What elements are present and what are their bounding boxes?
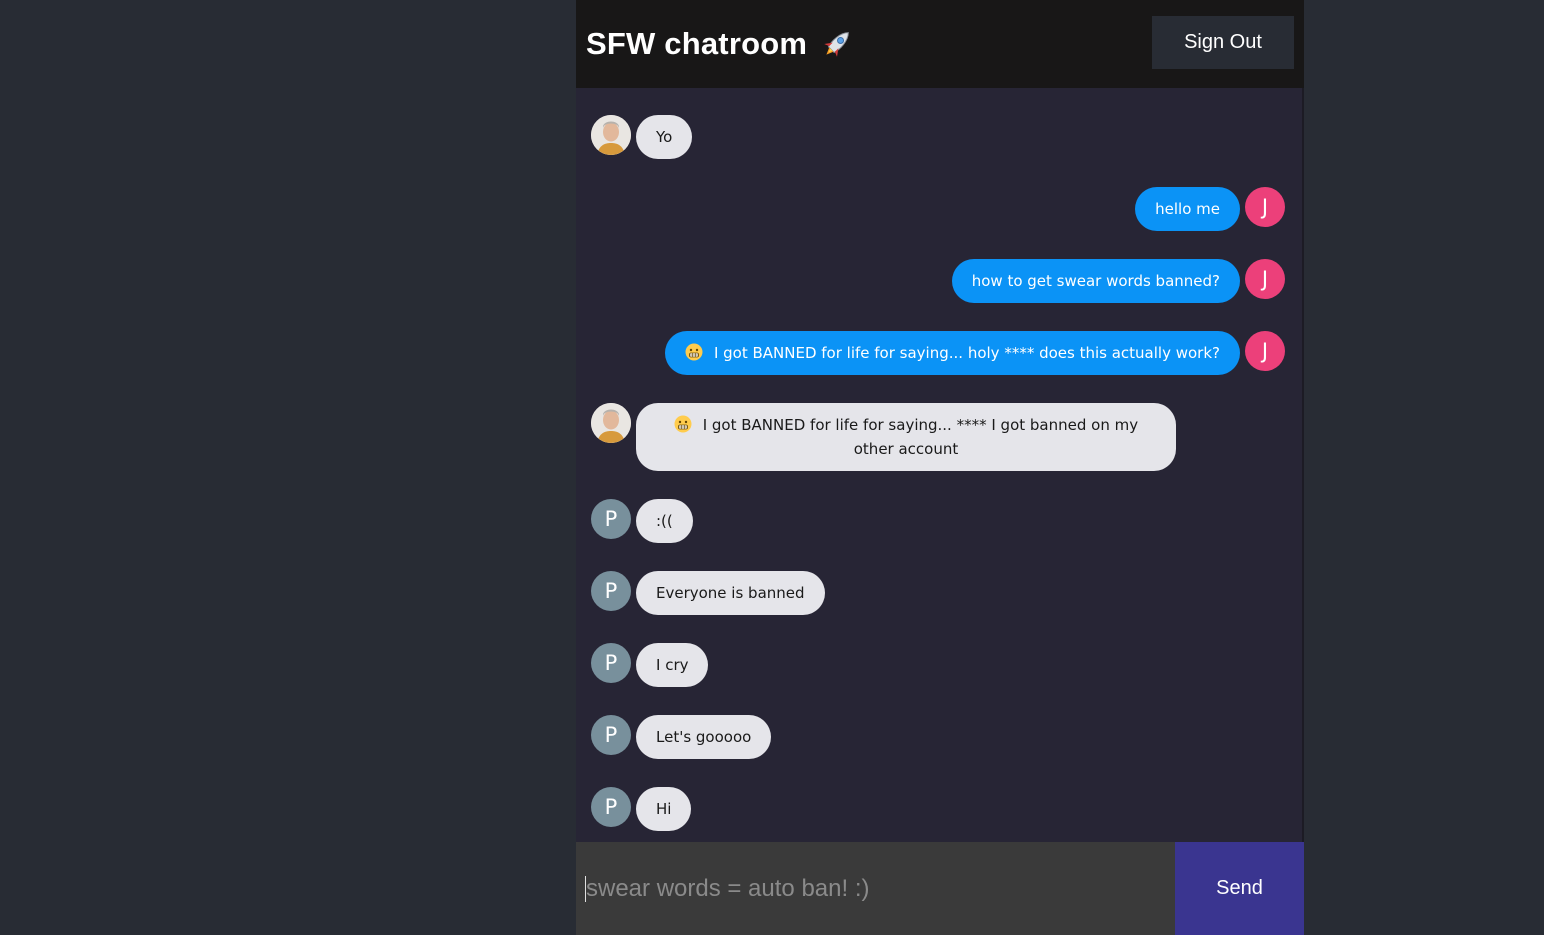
message-text: Everyone is banned — [656, 584, 805, 602]
message-sent: J I got BANNED for life for saying... ho… — [665, 331, 1285, 375]
message-bubble: how to get swear words banned? — [951, 259, 1240, 303]
message-bubble: I cry — [636, 643, 709, 687]
message-text: hello me — [1155, 200, 1220, 218]
grimacing-face-icon — [685, 343, 703, 361]
message-sent: J how to get swear words banned? — [951, 259, 1285, 303]
app-header: SFW chatroom Sign Out — [576, 0, 1304, 88]
avatar: P — [591, 643, 631, 683]
chat-app: SFW chatroom Sign Out Yo J hello me J ho… — [576, 0, 1304, 935]
message-text: Let's gooooo — [656, 728, 752, 746]
message-bubble: Everyone is banned — [636, 571, 825, 615]
message-received: I got BANNED for life for saying... ****… — [591, 403, 1176, 471]
message-bubble: Let's gooooo — [636, 715, 772, 759]
message-text: Yo — [656, 128, 673, 146]
message-bubble: I got BANNED for life for saying... holy… — [665, 331, 1240, 375]
message-received: Yo — [591, 115, 693, 159]
message-received: P Hi — [591, 787, 692, 831]
message-received: P I cry — [591, 643, 709, 687]
user-photo-icon — [591, 115, 631, 155]
rocket-icon — [819, 26, 855, 62]
message-received: P :(( — [591, 499, 693, 543]
avatar: P — [591, 715, 631, 755]
sign-out-button[interactable]: Sign Out — [1152, 16, 1294, 69]
message-bubble: Hi — [636, 787, 692, 831]
avatar: P — [591, 499, 631, 539]
send-button[interactable]: Send — [1175, 842, 1304, 935]
message-text: I got BANNED for life for saying... holy… — [713, 344, 1220, 362]
avatar: J — [1245, 259, 1285, 299]
message-bubble: :(( — [636, 499, 693, 543]
message-input[interactable] — [576, 842, 1175, 935]
message-text: I got BANNED for life for saying... ****… — [702, 416, 1139, 458]
message-bubble: I got BANNED for life for saying... ****… — [636, 403, 1176, 471]
avatar: J — [1245, 187, 1285, 227]
message-received: P Everyone is banned — [591, 571, 825, 615]
message-bubble: Yo — [636, 115, 693, 159]
avatar: P — [591, 571, 631, 611]
message-text: I cry — [656, 656, 689, 674]
avatar: J — [1245, 331, 1285, 371]
grimacing-face-icon — [674, 415, 692, 433]
message-text: :(( — [656, 512, 673, 530]
message-form: Send — [576, 842, 1304, 935]
avatar: P — [591, 787, 631, 827]
text-cursor — [585, 876, 586, 902]
page-title-text: SFW chatroom — [586, 26, 808, 61]
user-photo-icon — [591, 403, 631, 443]
message-received: P Let's gooooo — [591, 715, 772, 759]
message-bubble: hello me — [1135, 187, 1240, 231]
message-list[interactable]: Yo J hello me J how to get swear words b… — [576, 88, 1304, 842]
message-sent: J hello me — [1135, 187, 1285, 231]
page-title: SFW chatroom — [586, 24, 855, 64]
message-text: how to get swear words banned? — [971, 272, 1220, 290]
message-text: Hi — [656, 800, 672, 818]
avatar — [591, 403, 631, 443]
avatar — [591, 115, 631, 155]
